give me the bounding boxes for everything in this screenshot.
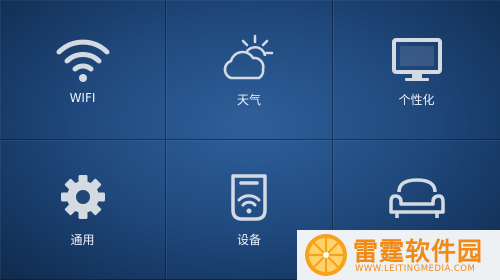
tile-label: WIFI bbox=[69, 91, 96, 105]
settings-screen: WIFI 天气 个性化 通用 设备 雷霆软件园 WWW.LEITINGMEDIA… bbox=[0, 0, 500, 280]
orange-slice-logo bbox=[303, 232, 349, 278]
watermark-name: 雷霆软件园 bbox=[353, 237, 484, 266]
tile-general[interactable]: 通用 bbox=[0, 140, 166, 280]
tile-label: 天气 bbox=[236, 93, 261, 107]
tile-label: 通用 bbox=[70, 233, 95, 247]
sofa-icon bbox=[387, 172, 447, 222]
tile-label: 个性化 bbox=[398, 93, 435, 107]
device-icon bbox=[219, 172, 279, 222]
watermark-url: WWW.LEITINGMEDIA.COM bbox=[355, 264, 476, 274]
wifi-icon bbox=[53, 34, 113, 84]
weather-icon bbox=[219, 34, 279, 84]
gear-icon bbox=[53, 172, 113, 222]
tile-weather[interactable]: 天气 bbox=[166, 0, 333, 140]
tile-wifi[interactable]: WIFI bbox=[0, 0, 166, 140]
watermark: 雷霆软件园 WWW.LEITINGMEDIA.COM bbox=[297, 230, 500, 280]
tile-personalize[interactable]: 个性化 bbox=[333, 0, 500, 140]
monitor-icon bbox=[387, 34, 447, 84]
